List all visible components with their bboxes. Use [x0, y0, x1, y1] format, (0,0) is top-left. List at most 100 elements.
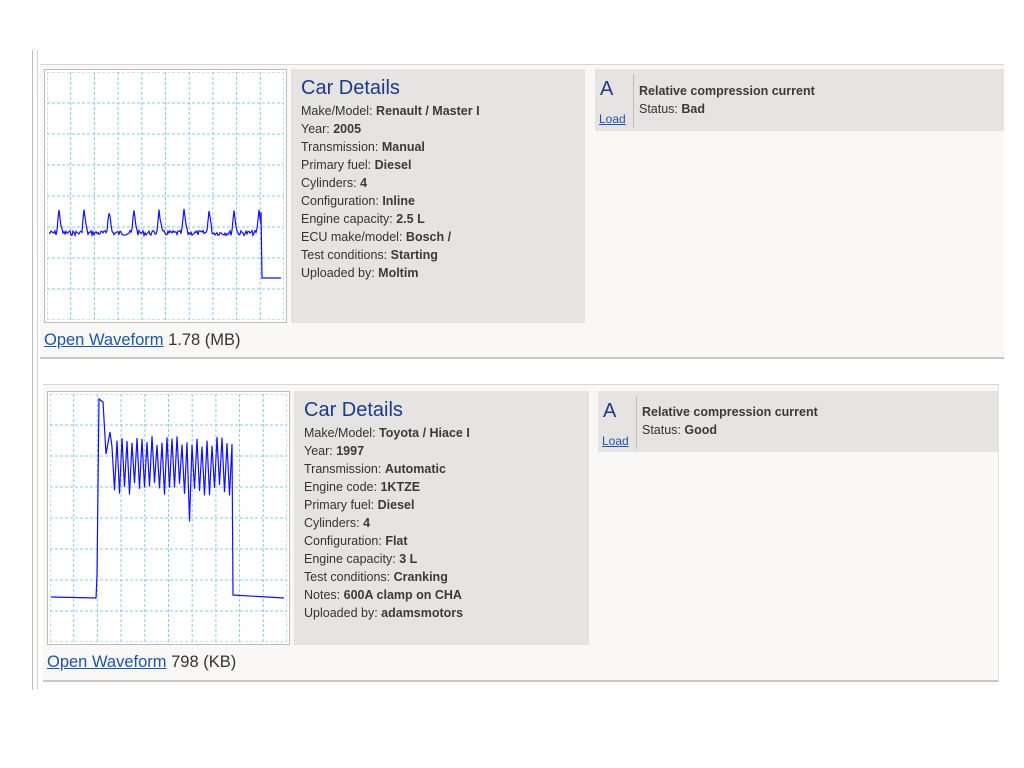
record-1-car-details: Car Details Make/Model: Renault / Master… [291, 69, 585, 323]
compression-waveform-bad [47, 72, 284, 320]
detail-label: Year: [304, 444, 333, 458]
detail-value: Cranking [393, 570, 448, 584]
record-1-open-waveform: Open Waveform 1.78 (MB) [44, 331, 241, 350]
record-2-right-rule [998, 384, 999, 682]
detail-label: Engine capacity: [304, 552, 396, 566]
detail-row: ECU make/model: Bosch / [301, 228, 585, 246]
detail-value: adamsmotors [381, 606, 464, 620]
detail-row: Year: 2005 [301, 120, 585, 138]
detail-row: Test conditions: Cranking [304, 568, 589, 586]
waveform-grid [50, 394, 287, 642]
detail-value: Moltim [378, 266, 419, 280]
detail-row: Transmission: Automatic [304, 460, 589, 478]
waveform-trace [50, 397, 285, 599]
detail-row: Engine code: 1KTZE [304, 478, 589, 496]
record-2-bottom-rule [43, 680, 998, 682]
detail-label: Configuration: [304, 534, 382, 548]
status-value: Good [684, 423, 718, 437]
detail-row: Primary fuel: Diesel [301, 156, 585, 174]
panel-divider [636, 396, 637, 449]
detail-row: Configuration: Flat [304, 532, 589, 550]
car-details-title: Car Details [301, 77, 400, 99]
waveform-grid [47, 72, 284, 320]
status-value: Bad [681, 102, 706, 116]
detail-label: Transmission: [304, 462, 382, 476]
detail-label: Notes: [304, 588, 341, 602]
detail-value: Toyota / Hiace I [379, 426, 470, 440]
detail-row: Cylinders: 4 [301, 174, 585, 192]
page-left-border [32, 50, 33, 690]
detail-value: 4 [360, 176, 368, 190]
detail-label: ECU make/model: [301, 230, 403, 244]
record-1-card: Car Details Make/Model: Renault / Master… [40, 65, 1004, 357]
detail-value: 1KTZE [380, 480, 421, 494]
detail-row: Configuration: Inline [301, 192, 585, 210]
panel-divider [633, 74, 634, 128]
detail-row: Transmission: Manual [301, 138, 585, 156]
detail-label: Test conditions: [301, 248, 388, 262]
record-1-waveform-thumbnail[interactable] [44, 69, 287, 323]
detail-label: Uploaded by: [301, 266, 375, 280]
detail-value: 1997 [336, 444, 365, 458]
detail-value: Bosch / [405, 230, 452, 244]
detail-value: Automatic [384, 462, 446, 476]
detail-label: Cylinders: [301, 176, 357, 190]
channel-a-label: A [600, 78, 614, 100]
detail-value: 4 [363, 516, 371, 530]
detail-label: Primary fuel: [301, 158, 372, 172]
load-link[interactable]: Load [602, 434, 629, 448]
detail-label: Uploaded by: [304, 606, 378, 620]
result-status: Status: Good [642, 423, 717, 437]
record-2-open-waveform: Open Waveform 798 (KB) [47, 653, 236, 672]
detail-row: Make/Model: Toyota / Hiace I [304, 424, 589, 442]
record-2-result-panel: A Load Relative compression current Stat… [598, 391, 998, 452]
detail-value: Inline [382, 194, 415, 208]
detail-value: Diesel [377, 498, 415, 512]
record-2-card: Car Details Make/Model: Toyota / Hiace I… [43, 385, 998, 680]
detail-row: Engine capacity: 3 L [304, 550, 589, 568]
load-link[interactable]: Load [599, 112, 626, 126]
open-waveform-link[interactable]: Open Waveform [47, 653, 167, 671]
detail-row: Cylinders: 4 [304, 514, 589, 532]
detail-label: Make/Model: [301, 104, 373, 118]
detail-label: Year: [301, 122, 330, 136]
open-waveform-link[interactable]: Open Waveform [44, 331, 164, 349]
detail-value: Starting [390, 248, 438, 262]
result-title: Relative compression current [642, 405, 818, 419]
detail-label: Configuration: [301, 194, 379, 208]
detail-label: Make/Model: [304, 426, 376, 440]
detail-row: Make/Model: Renault / Master I [301, 102, 585, 120]
channel-a-label: A [603, 400, 617, 422]
record-2-car-details: Car Details Make/Model: Toyota / Hiace I… [294, 391, 589, 645]
detail-label: Cylinders: [304, 516, 360, 530]
file-size: 798 (KB) [171, 653, 237, 671]
detail-value: Flat [385, 534, 408, 548]
status-label: Status: [642, 423, 681, 437]
detail-label: Test conditions: [304, 570, 391, 584]
detail-row: Uploaded by: Moltim [301, 264, 585, 282]
result-status: Status: Bad [639, 102, 705, 116]
detail-row: Notes: 600A clamp on CHA [304, 586, 589, 604]
detail-label: Engine capacity: [301, 212, 393, 226]
detail-row: Year: 1997 [304, 442, 589, 460]
detail-value: Manual [381, 140, 425, 154]
detail-value: Renault / Master I [376, 104, 480, 118]
record-1-bottom-rule [40, 357, 1004, 359]
detail-value: 2.5 L [396, 212, 425, 226]
detail-label: Transmission: [301, 140, 379, 154]
detail-row: Engine capacity: 2.5 L [301, 210, 585, 228]
detail-value: 3 L [399, 552, 418, 566]
page-left-border-inner [37, 50, 38, 690]
detail-row: Uploaded by: adamsmotors [304, 604, 589, 622]
detail-row: Primary fuel: Diesel [304, 496, 589, 514]
status-label: Status: [639, 102, 678, 116]
result-title: Relative compression current [639, 84, 815, 98]
record-2-waveform-thumbnail[interactable] [47, 391, 290, 645]
detail-value: 600A clamp on CHA [343, 588, 462, 602]
compression-waveform-good [50, 394, 287, 642]
detail-label: Engine code: [304, 480, 377, 494]
file-size: 1.78 (MB) [168, 331, 241, 349]
record-1-result-panel: A Load Relative compression current Stat… [595, 69, 1004, 131]
detail-row: Test conditions: Starting [301, 246, 585, 264]
car-details-title: Car Details [304, 399, 403, 421]
